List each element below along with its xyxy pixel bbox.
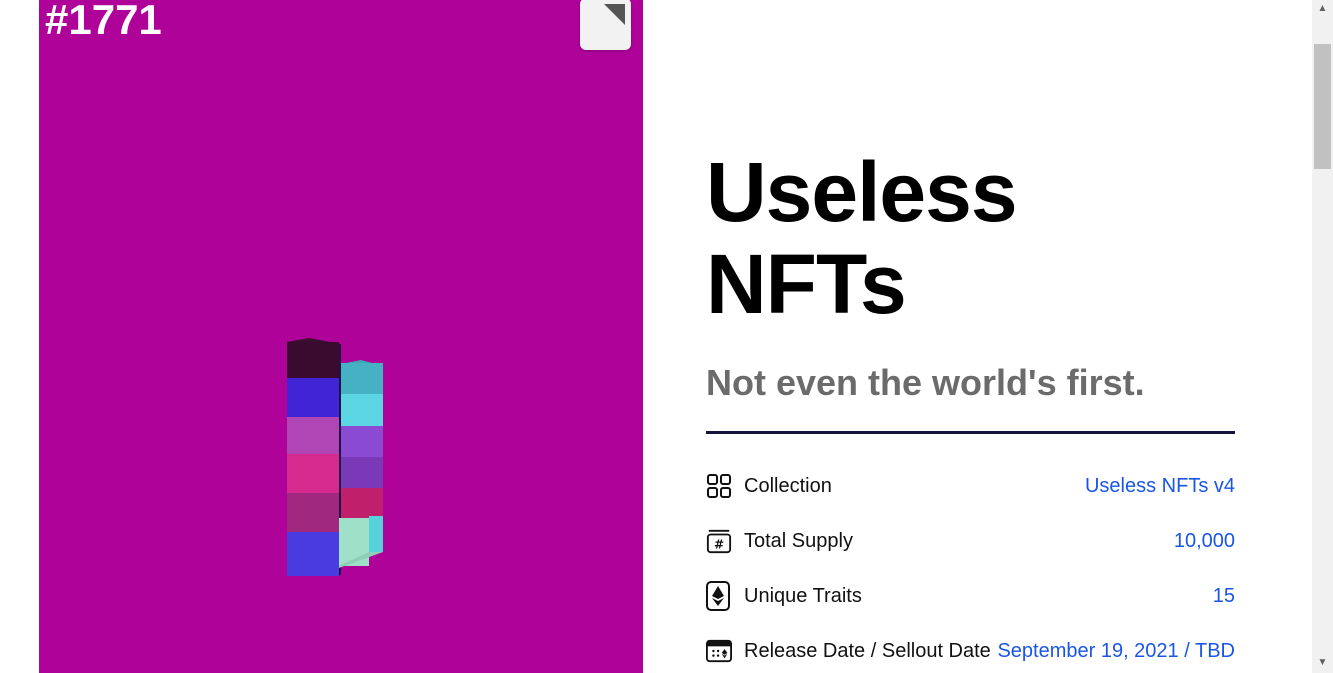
- scroll-up-arrow-icon[interactable]: ▲: [1312, 0, 1333, 17]
- svg-text:#: #: [714, 537, 724, 551]
- detail-label: Unique Traits: [744, 584, 862, 607]
- scroll-thumb[interactable]: [1314, 44, 1331, 169]
- unique-traits-value[interactable]: 15: [1213, 585, 1235, 608]
- release-date-value[interactable]: September 19, 2021 / TBD: [997, 640, 1235, 663]
- divider: [706, 431, 1235, 434]
- detail-label: Collection: [744, 474, 832, 497]
- scroll-down-arrow-icon[interactable]: ▼: [1312, 654, 1333, 671]
- detail-label: Release Date / Sellout Date: [744, 639, 991, 662]
- page-title: Useless NFTs: [706, 145, 1018, 331]
- ethereum-icon: [706, 581, 732, 611]
- total-supply-value[interactable]: 10,000: [1174, 530, 1235, 553]
- grid-icon: [706, 472, 732, 500]
- detail-row-release-date: Release Date / Sellout Date September 19…: [706, 635, 1235, 667]
- page-subtitle: Not even the world's first.: [706, 362, 1145, 403]
- vertical-scrollbar[interactable]: ▲ ▼: [1312, 0, 1333, 673]
- nft-artwork: #1771: [39, 0, 643, 673]
- detail-row-total-supply: # Total Supply 10,000: [706, 525, 1235, 557]
- detail-row-unique-traits: Unique Traits 15: [706, 580, 1235, 612]
- voxel-sculpture: [287, 338, 383, 576]
- detail-row-collection: Collection Useless NFTs v4: [706, 470, 1235, 502]
- calendar-icon: [706, 637, 732, 665]
- collection-link[interactable]: Useless NFTs v4: [1085, 475, 1235, 498]
- detail-label: Total Supply: [744, 529, 853, 552]
- hash-icon: #: [706, 527, 732, 555]
